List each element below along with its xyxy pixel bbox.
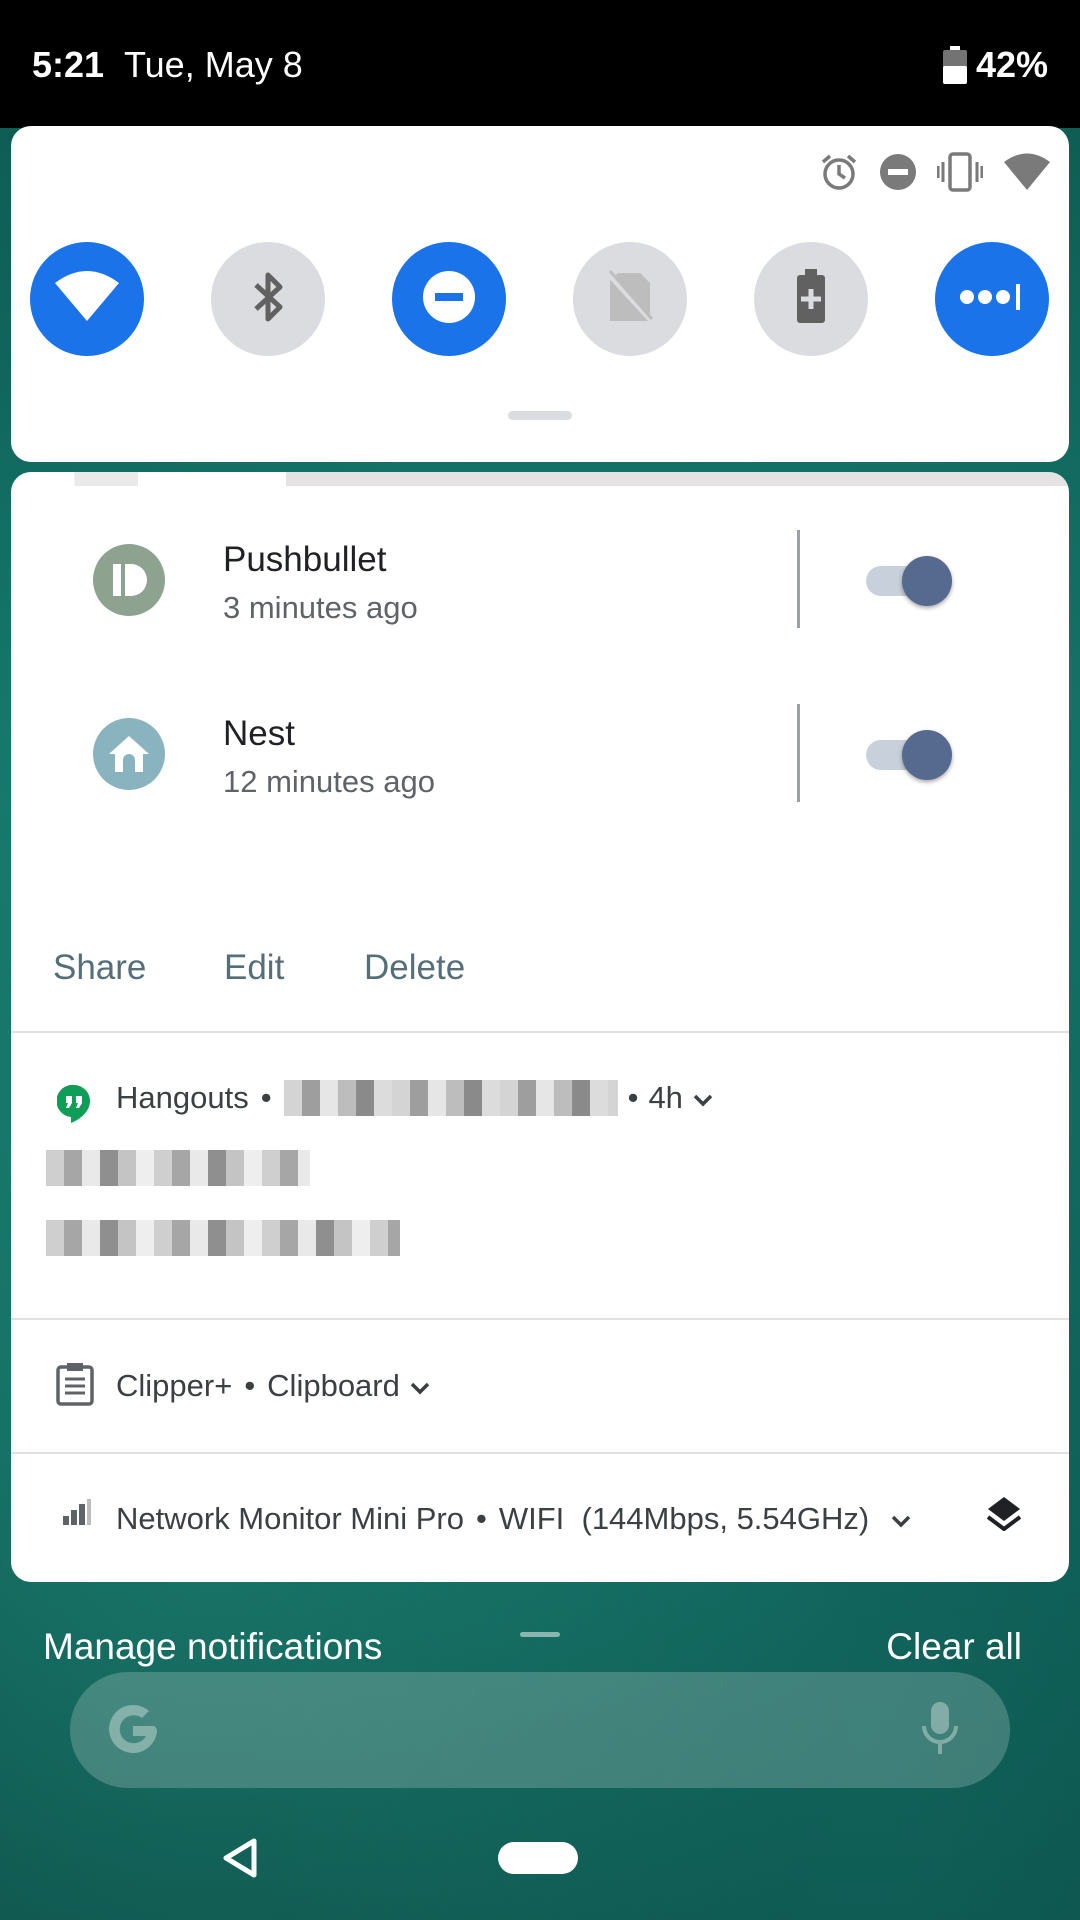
notification-time: 4h bbox=[648, 1080, 683, 1115]
quick-settings-panel bbox=[11, 126, 1069, 462]
battery-saver-icon bbox=[795, 268, 827, 330]
redacted-message bbox=[46, 1220, 400, 1256]
battery-percent: 42% bbox=[975, 44, 1048, 85]
notification-detail: WIFI (144Mbps, 5.54GHz) bbox=[498, 1501, 870, 1536]
redacted-title bbox=[46, 1150, 310, 1186]
app-name: Clipper+ bbox=[116, 1368, 233, 1403]
toggle-thumb bbox=[902, 556, 952, 606]
bluetooth-icon bbox=[250, 269, 286, 330]
bluetooth-tile[interactable] bbox=[211, 242, 325, 356]
qs-drag-handle[interactable] bbox=[508, 411, 572, 420]
edit-button[interactable]: Edit bbox=[224, 948, 284, 988]
divider bbox=[11, 1031, 1069, 1033]
status-date: Tue, May 8 bbox=[124, 44, 303, 85]
home-button[interactable] bbox=[498, 1842, 578, 1874]
delete-button[interactable]: Delete bbox=[364, 948, 465, 988]
divider bbox=[11, 1452, 1069, 1454]
layers-icon[interactable] bbox=[986, 1495, 1022, 1538]
app-name: Network Monitor Mini Pro bbox=[116, 1501, 464, 1536]
chevron-down-icon[interactable] bbox=[891, 1501, 911, 1537]
separator: • bbox=[244, 1368, 256, 1403]
hangouts-notification[interactable]: Hangouts • • 4h bbox=[11, 1034, 1069, 1320]
google-g-icon bbox=[102, 1700, 164, 1767]
chevron-down-icon[interactable] bbox=[410, 1368, 430, 1404]
no-sim-icon bbox=[605, 269, 655, 330]
manage-notifications-button[interactable]: Manage notifications bbox=[43, 1626, 382, 1668]
app-name: Nest bbox=[223, 714, 295, 753]
notification-header: Network Monitor Mini Pro • WIFI (144Mbps… bbox=[116, 1501, 911, 1537]
notification-card: Pushbullet 3 minutes ago Nest 12 minutes… bbox=[11, 472, 1069, 1582]
notification-header: Hangouts • • 4h bbox=[116, 1080, 713, 1116]
clipper-notification[interactable]: Clipper+ • Clipboard bbox=[11, 1322, 1069, 1452]
app-name: Hangouts bbox=[116, 1080, 249, 1115]
pushbullet-toggle[interactable] bbox=[864, 556, 954, 606]
alarm-icon bbox=[819, 152, 859, 192]
nest-icon bbox=[93, 718, 165, 790]
signal-bars-icon bbox=[63, 1499, 91, 1530]
divider bbox=[11, 1318, 1069, 1320]
chevron-down-icon[interactable] bbox=[693, 1080, 713, 1116]
app-name: Pushbullet bbox=[223, 540, 387, 579]
clear-all-button[interactable]: Clear all bbox=[886, 1626, 1022, 1668]
google-search-bar[interactable] bbox=[70, 1672, 1010, 1788]
app-time: 12 minutes ago bbox=[223, 764, 435, 799]
back-icon[interactable] bbox=[222, 1838, 258, 1883]
redacted-sender bbox=[283, 1080, 618, 1116]
wifi-tile[interactable] bbox=[30, 242, 144, 356]
list-item[interactable]: Nest 12 minutes ago bbox=[11, 694, 1069, 814]
list-item[interactable]: Pushbullet 3 minutes ago bbox=[11, 520, 1069, 640]
status-time: 5:21 bbox=[32, 44, 105, 85]
more-icon bbox=[959, 282, 1025, 317]
status-bar: 5:21 Tue, May 8 42% bbox=[0, 0, 1080, 128]
qs-status-icons bbox=[819, 152, 1051, 192]
wifi-icon bbox=[54, 270, 120, 328]
nest-toggle[interactable] bbox=[864, 730, 954, 780]
toggle-thumb bbox=[902, 730, 952, 780]
shade-drag-handle[interactable] bbox=[520, 1632, 560, 1637]
divider bbox=[797, 530, 800, 628]
separator: • bbox=[475, 1501, 487, 1536]
wifi-signal-icon bbox=[1003, 153, 1051, 191]
clipboard-icon bbox=[55, 1362, 95, 1411]
share-button[interactable]: Share bbox=[53, 948, 146, 988]
action-row: Share Edit Delete bbox=[11, 932, 1069, 1012]
network-notification[interactable]: Network Monitor Mini Pro • WIFI (144Mbps… bbox=[11, 1455, 1069, 1582]
separator: • bbox=[627, 1080, 639, 1115]
microphone-icon[interactable] bbox=[920, 1700, 960, 1763]
more-tile[interactable] bbox=[935, 242, 1049, 356]
notification-detail: Clipboard bbox=[267, 1368, 400, 1403]
no-sim-tile[interactable] bbox=[573, 242, 687, 356]
partial-row bbox=[11, 472, 1069, 486]
do-not-disturb-icon bbox=[421, 269, 477, 330]
vibrate-icon bbox=[937, 152, 983, 192]
separator: • bbox=[260, 1080, 272, 1115]
battery-icon bbox=[942, 46, 968, 89]
divider bbox=[797, 704, 800, 802]
do-not-disturb-tile[interactable] bbox=[392, 242, 506, 356]
app-time: 3 minutes ago bbox=[223, 590, 418, 625]
do-not-disturb-icon bbox=[879, 153, 917, 191]
hangouts-icon bbox=[56, 1084, 91, 1129]
battery-saver-tile[interactable] bbox=[754, 242, 868, 356]
pushbullet-icon bbox=[93, 544, 165, 616]
notification-header: Clipper+ • Clipboard bbox=[116, 1368, 430, 1404]
